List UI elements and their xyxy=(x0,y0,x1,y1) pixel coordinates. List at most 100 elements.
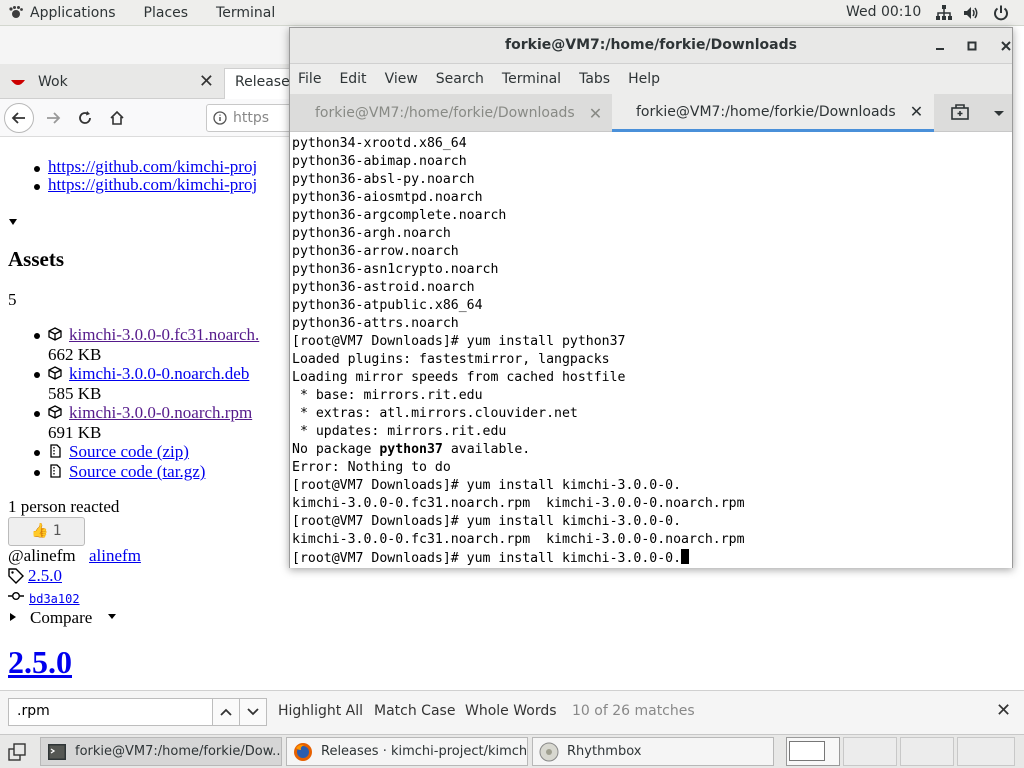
close-findbar-icon[interactable]: ✕ xyxy=(996,700,1011,721)
reaction-button[interactable]: 👍 1 xyxy=(8,517,85,546)
places-menu[interactable]: Places xyxy=(144,5,189,21)
list-bullet xyxy=(34,184,40,190)
info-icon xyxy=(213,111,227,125)
close-tab-icon[interactable]: ✕ xyxy=(589,104,602,123)
home-button[interactable] xyxy=(102,103,132,133)
terminal-text: python34-xrootd.x86_64 python36-abimap.no… xyxy=(292,135,745,568)
terminal-line: [root@VM7 Downloads]# yum install kimchi… xyxy=(292,478,682,493)
terminal-titlebar[interactable]: forkie@VM7:/home/forkie/Downloads xyxy=(290,28,1012,64)
commit-link[interactable]: bd3a102 xyxy=(29,592,80,606)
menu-help[interactable]: Help xyxy=(628,71,660,87)
source-tar-link[interactable]: Source code (tar.gz) xyxy=(69,462,205,482)
assets-count: 5 xyxy=(8,290,17,309)
firefox-titlebar xyxy=(0,26,290,64)
terminal-window: forkie@VM7:/home/forkie/Downloads File E… xyxy=(289,27,1013,568)
asset-size-2: 585 KB xyxy=(48,384,102,403)
find-next-button[interactable] xyxy=(239,698,267,726)
clock[interactable]: Wed 00:10 xyxy=(846,4,921,20)
list-bullet xyxy=(34,166,40,172)
menu-view[interactable]: View xyxy=(385,71,418,87)
whole-words-toggle[interactable]: Whole Words xyxy=(465,703,557,719)
maximize-button[interactable] xyxy=(962,36,982,56)
match-case-toggle[interactable]: Match Case xyxy=(374,703,455,719)
terminal-line: Loaded plugins: fastestmirror, langpacks xyxy=(292,352,610,367)
task-rhythmbox[interactable]: Rhythmbox xyxy=(532,737,774,766)
tab-wok-label: Wok xyxy=(38,73,68,90)
window-list: forkie@VM7:/home/forkie/Dow... Releases … xyxy=(0,734,1024,768)
workspace-4[interactable] xyxy=(957,737,1015,766)
find-input[interactable]: .rpm xyxy=(8,698,213,726)
caret-down-icon xyxy=(108,614,116,619)
workspace-2[interactable] xyxy=(843,737,897,766)
minimize-button[interactable] xyxy=(930,36,950,56)
applications-menu[interactable]: Applications xyxy=(8,5,116,21)
task-firefox[interactable]: Releases · kimchi-project/kimchi... xyxy=(286,737,528,766)
tab-wok[interactable]: Wok ✕ xyxy=(0,64,224,99)
menu-search[interactable]: Search xyxy=(436,71,484,87)
package-icon xyxy=(48,327,62,341)
reload-button[interactable] xyxy=(70,103,100,133)
wok-favicon-icon xyxy=(11,79,25,85)
terminal-tab-2-label: forkie@VM7:/home/forkie/Downloads xyxy=(636,103,896,120)
new-tab-icon[interactable] xyxy=(950,103,970,123)
url-text: https xyxy=(233,110,270,126)
terminal-bold-package: python37 xyxy=(379,442,443,457)
find-match-count: 10 of 26 matches xyxy=(572,703,695,719)
volume-icon[interactable] xyxy=(962,4,980,22)
minimize-icon xyxy=(936,48,944,50)
terminal-line: Loading mirror speeds from cached hostfi… xyxy=(292,370,626,385)
close-tab-icon[interactable]: ✕ xyxy=(910,102,923,121)
find-previous-button[interactable] xyxy=(212,698,240,726)
chevron-down-icon xyxy=(247,708,259,716)
task-terminal[interactable]: forkie@VM7:/home/forkie/Dow... xyxy=(40,737,282,766)
release-heading-link[interactable]: 2.5.0 xyxy=(8,644,72,681)
disclosure-triangle-icon[interactable] xyxy=(8,217,18,227)
author-link[interactable]: alinefm xyxy=(89,546,141,566)
asset-size-3: 691 KB xyxy=(48,423,102,442)
asset-link-2[interactable]: kimchi-3.0.0-0.noarch.deb xyxy=(69,364,249,384)
asset-link-1[interactable]: kimchi-3.0.0-0.fc31.noarch. xyxy=(69,325,259,345)
source-zip-link[interactable]: Source code (zip) xyxy=(69,442,189,462)
find-bar: .rpm Highlight All Match Case Whole Word… xyxy=(0,690,1024,734)
close-tab-icon[interactable]: ✕ xyxy=(199,71,214,92)
terminal-line: python34-xrootd.x86_64 xyxy=(292,136,467,151)
zip-file-icon xyxy=(50,464,61,478)
compare-dropdown[interactable]: Compare xyxy=(30,608,92,628)
terminal-output[interactable]: python34-xrootd.x86_64 python36-abimap.no… xyxy=(290,132,1012,568)
close-window-button[interactable] xyxy=(996,36,1016,56)
tag-icon xyxy=(8,568,24,584)
commit-icon xyxy=(8,592,24,600)
workspace-1[interactable] xyxy=(786,737,840,766)
menu-edit[interactable]: Edit xyxy=(339,71,366,87)
forward-button[interactable] xyxy=(38,103,68,133)
disclosure-triangle-icon[interactable] xyxy=(8,612,18,622)
close-icon xyxy=(1001,41,1011,51)
commit-link-2[interactable]: https://github.com/kimchi-proj xyxy=(48,175,257,195)
menu-terminal[interactable]: Terminal xyxy=(502,71,561,87)
workspace-3[interactable] xyxy=(900,737,954,766)
menu-file[interactable]: File xyxy=(298,71,321,87)
firefox-icon xyxy=(294,742,312,761)
terminal-line: Error: Nothing to do xyxy=(292,460,451,475)
terminal-tab-2[interactable]: forkie@VM7:/home/forkie/Downloads ✕ xyxy=(612,94,934,132)
highlight-all-toggle[interactable]: Highlight All xyxy=(278,703,363,719)
asset-link-3[interactable]: kimchi-3.0.0-0.noarch.rpm xyxy=(69,403,252,423)
network-icon[interactable] xyxy=(935,4,953,22)
back-button[interactable] xyxy=(4,103,34,133)
terminal-line: [root@VM7 Downloads]# yum install python… xyxy=(292,334,626,349)
power-icon[interactable] xyxy=(992,4,1010,22)
url-bar[interactable]: https xyxy=(206,104,296,132)
commit-link-1[interactable]: https://github.com/kimchi-proj xyxy=(48,157,257,177)
firefox-navbar: https xyxy=(0,99,296,137)
tag-link[interactable]: 2.5.0 xyxy=(28,566,62,586)
terminal-tab-1[interactable]: forkie@VM7:/home/forkie/Downloads ✕ xyxy=(290,94,612,132)
menu-tabs[interactable]: Tabs xyxy=(579,71,610,87)
terminal-line: python36-absl-py.noarch xyxy=(292,172,475,187)
tab-menu-icon[interactable] xyxy=(990,104,1008,122)
terminal-app-menu[interactable]: Terminal xyxy=(216,5,275,21)
terminal-line: python36-astroid.noarch xyxy=(292,280,475,295)
show-desktop-icon[interactable] xyxy=(8,743,26,761)
arrow-right-icon xyxy=(47,112,61,124)
home-icon xyxy=(110,110,124,125)
tab-releases[interactable]: Releases xyxy=(224,68,294,99)
